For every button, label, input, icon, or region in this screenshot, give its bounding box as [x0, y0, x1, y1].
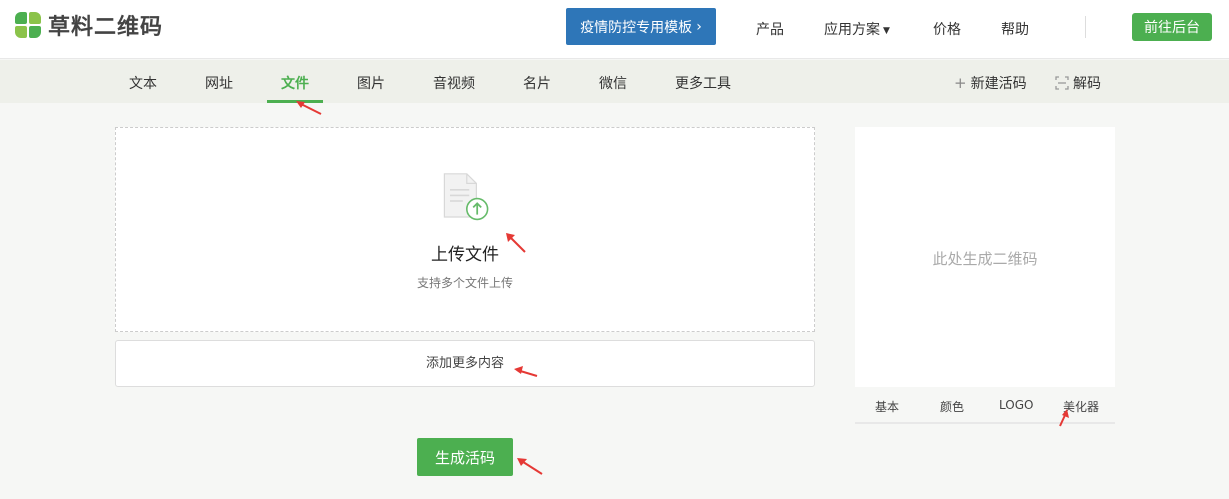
upload-subtitle: 支持多个文件上传	[416, 276, 513, 290]
nav-solutions-label: 应用方案	[824, 22, 880, 38]
chevron-down-icon: ▼	[883, 26, 890, 36]
nav-products[interactable]: 产品	[756, 19, 784, 39]
generate-live-code-button[interactable]: 生成活码	[417, 438, 513, 476]
logo[interactable]: 草料二维码	[15, 10, 163, 40]
tab-business-card[interactable]: 名片	[523, 73, 551, 93]
qr-tab-basic[interactable]: 基本	[875, 398, 899, 415]
tab-audio-video[interactable]: 音视频	[433, 73, 475, 93]
top-header: 草料二维码 疫情防控专用模板 › 产品 应用方案 ▼ 价格 帮助 前往后台	[0, 0, 1229, 59]
file-upload-dropzone[interactable]: 上传文件 支持多个文件上传	[115, 127, 815, 332]
tab-text[interactable]: 文本	[129, 73, 157, 93]
add-more-content-button[interactable]: 添加更多内容	[115, 340, 815, 387]
tab-more-tools[interactable]: 更多工具	[675, 73, 731, 93]
qr-tab-logo[interactable]: LOGO	[999, 398, 1033, 412]
decode-link[interactable]: 解码	[1055, 73, 1101, 93]
annotation-arrow	[296, 101, 322, 115]
annotation-arrow	[517, 458, 543, 475]
annotation-arrow	[514, 366, 538, 377]
logo-text: 草料二维码	[48, 15, 164, 40]
promo-label: 疫情防控专用模板	[580, 19, 693, 36]
caoliao-logo-icon	[15, 11, 42, 39]
epidemic-template-button[interactable]: 疫情防控专用模板 ›	[566, 8, 716, 45]
header-divider	[1085, 16, 1086, 38]
category-tabs: 文本 网址 文件 图片 音视频 名片 微信 更多工具 + 新建活码 解码	[0, 60, 1229, 103]
annotation-arrow	[506, 233, 526, 253]
qr-style-tabs: 基本 颜色 LOGO 美化器	[855, 387, 1115, 424]
upload-title: 上传文件	[431, 245, 499, 265]
qr-preview-panel: 此处生成二维码	[855, 127, 1115, 387]
chevron-right-icon: ›	[696, 18, 702, 35]
annotation-arrow	[1059, 409, 1069, 427]
qr-tab-color[interactable]: 颜色	[940, 398, 964, 415]
tab-url[interactable]: 网址	[205, 73, 233, 93]
qr-placeholder-text: 此处生成二维码	[932, 250, 1038, 268]
tab-image[interactable]: 图片	[357, 73, 385, 93]
file-upload-icon	[443, 173, 489, 221]
go-to-console-button[interactable]: 前往后台	[1132, 13, 1212, 41]
nav-help[interactable]: 帮助	[1001, 19, 1029, 39]
new-live-code-label: 新建活码	[970, 76, 1027, 92]
scan-icon	[1055, 76, 1069, 90]
tab-wechat[interactable]: 微信	[599, 73, 627, 93]
plus-icon: +	[954, 74, 967, 92]
nav-solutions[interactable]: 应用方案 ▼	[824, 19, 890, 39]
nav-pricing[interactable]: 价格	[933, 19, 961, 39]
tab-file[interactable]: 文件	[281, 73, 309, 93]
new-live-code-link[interactable]: + 新建活码	[954, 73, 1027, 93]
decode-label: 解码	[1073, 76, 1101, 92]
